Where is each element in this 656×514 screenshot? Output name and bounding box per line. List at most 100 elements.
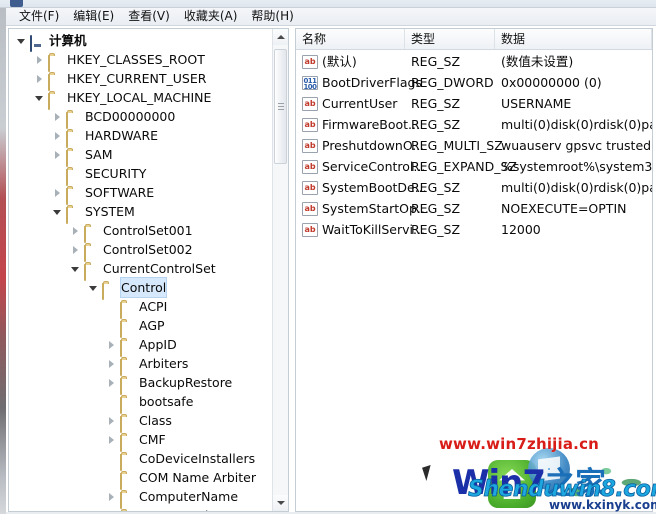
expand-triangle-icon[interactable] bbox=[107, 487, 117, 506]
scroll-down-button[interactable] bbox=[273, 495, 288, 511]
expand-triangle-icon[interactable] bbox=[71, 240, 81, 259]
tree-item[interactable]: CurrentControlSet bbox=[9, 259, 269, 281]
tree-item[interactable]: HKEY_CLASSES_ROOT bbox=[9, 50, 269, 72]
value-name: BootDriverFlags bbox=[322, 75, 423, 90]
value-row[interactable]: ab SystemStartOp... REG_SZ NOEXECUTE=OPTIN bbox=[296, 198, 652, 219]
tree-item[interactable]: BCD00000000 bbox=[9, 107, 269, 129]
expand-triangle-icon[interactable] bbox=[107, 373, 117, 392]
expand-triangle-icon[interactable] bbox=[107, 335, 117, 354]
registry-tree[interactable]: 计算机 HKEY_CLASSES_ROOT HKEY_CURRENT_USER HKE… bbox=[9, 31, 269, 511]
menu-edit[interactable]: 编辑(E) bbox=[66, 8, 121, 25]
expand-triangle-icon[interactable] bbox=[107, 430, 117, 449]
tree-item[interactable]: BackupRestore bbox=[9, 373, 269, 395]
value-row[interactable]: ab SystemBootDe... REG_SZ multi(0)disk(0)rd… bbox=[296, 177, 652, 198]
value-name: PreshutdownO... bbox=[322, 138, 425, 153]
tree-item[interactable]: SYSTEM bbox=[9, 202, 269, 224]
value-type: REG_SZ bbox=[411, 117, 461, 132]
tree-item[interactable]: Arbiters bbox=[9, 354, 269, 376]
column-type[interactable]: 类型 bbox=[405, 29, 495, 49]
tree-item-label: Arbiters bbox=[139, 356, 189, 371]
expand-triangle-icon[interactable] bbox=[71, 221, 81, 240]
collapse-triangle-icon[interactable] bbox=[71, 259, 81, 278]
menu-file[interactable]: 文件(F) bbox=[12, 8, 66, 25]
menu-help[interactable]: 帮助(H) bbox=[244, 8, 300, 25]
collapse-triangle-icon[interactable] bbox=[89, 278, 99, 297]
tree-vertical-scrollbar[interactable] bbox=[272, 29, 288, 511]
folder-icon bbox=[120, 301, 135, 319]
tree-item-label: Control bbox=[119, 277, 168, 298]
value-row[interactable]: ab WaitToKillServi... REG_SZ 12000 bbox=[296, 219, 652, 240]
tree-item[interactable]: CMF bbox=[9, 430, 269, 452]
folder-icon bbox=[120, 320, 135, 338]
values-column-header[interactable]: 名称 类型 数据 bbox=[296, 29, 652, 50]
collapse-triangle-icon[interactable] bbox=[17, 31, 27, 50]
folder-icon bbox=[120, 396, 135, 414]
tree-item[interactable]: AGP bbox=[9, 316, 269, 338]
triangle-glyph bbox=[71, 267, 79, 272]
folder-icon bbox=[84, 263, 99, 281]
expand-triangle-icon[interactable] bbox=[35, 50, 45, 69]
triangle-glyph bbox=[109, 360, 114, 368]
tree-item[interactable]: ControlSet002 bbox=[9, 240, 269, 262]
expand-triangle-icon[interactable] bbox=[53, 126, 63, 145]
tree-item-label: BCD00000000 bbox=[85, 109, 176, 124]
expand-triangle-icon[interactable] bbox=[35, 69, 45, 88]
tree-item[interactable]: SAM bbox=[9, 145, 269, 167]
tree-item[interactable]: SOFTWARE bbox=[9, 183, 269, 205]
folder-icon bbox=[48, 54, 63, 72]
column-name[interactable]: 名称 bbox=[296, 29, 405, 49]
window-icon bbox=[10, 0, 23, 7]
value-row[interactable]: 011 100 BootDriverFlags REG_DWORD 0x00000000… bbox=[296, 72, 652, 93]
tree-item[interactable]: SECURITY bbox=[9, 164, 269, 186]
tree-item-label: CoDeviceInstallers bbox=[139, 451, 256, 466]
column-data[interactable]: 数据 bbox=[495, 29, 652, 49]
value-data: %systemroot%\system32\ bbox=[501, 159, 653, 174]
tree-item[interactable]: ComputerName bbox=[9, 487, 269, 509]
tree-item[interactable]: Class bbox=[9, 411, 269, 433]
string-value-icon: ab bbox=[302, 223, 318, 237]
tree-item[interactable]: Control bbox=[9, 277, 269, 300]
value-row[interactable]: ab CurrentUser REG_SZ USERNAME bbox=[296, 93, 652, 114]
tree-item[interactable]: AppID bbox=[9, 335, 269, 357]
value-row[interactable]: ab FirmwareBoot... REG_SZ multi(0)disk(0)rd… bbox=[296, 114, 652, 135]
tree-item[interactable]: CoDeviceInstallers bbox=[9, 449, 269, 471]
triangle-glyph bbox=[55, 132, 60, 140]
triangle-glyph bbox=[109, 436, 114, 444]
value-row[interactable]: ab (默认) REG_SZ (数值未设置) bbox=[296, 51, 652, 72]
expand-triangle-icon[interactable] bbox=[107, 354, 117, 373]
triangle-glyph bbox=[109, 493, 114, 501]
scrollbar-thumb[interactable] bbox=[274, 49, 287, 164]
value-row[interactable]: ab ServiceControl... REG_EXPAND_SZ %systemr… bbox=[296, 156, 652, 177]
collapse-triangle-icon[interactable] bbox=[35, 88, 45, 107]
value-data: multi(0)disk(0)rdisk(0)parti bbox=[501, 180, 652, 195]
menu-favorites[interactable]: 收藏夹(A) bbox=[177, 8, 245, 25]
tree-item[interactable]: HARDWARE bbox=[9, 126, 269, 148]
tree-item[interactable]: HKEY_CURRENT_USER bbox=[9, 69, 269, 91]
triangle-glyph bbox=[37, 75, 42, 83]
tree-item[interactable]: bootsafe bbox=[9, 392, 269, 414]
values-list[interactable]: ab (默认) REG_SZ (数值未设置) 011 100 BootDriverFlags… bbox=[296, 51, 652, 240]
triangle-glyph bbox=[73, 227, 78, 235]
expand-triangle-icon[interactable] bbox=[53, 145, 63, 164]
folder-icon bbox=[66, 206, 81, 224]
triangle-glyph bbox=[55, 113, 60, 121]
registry-values-pane: 名称 类型 数据 ab (默认) REG_SZ (数值未设置) 011 100 BootDriv… bbox=[295, 28, 653, 512]
menu-view[interactable]: 查看(V) bbox=[121, 8, 177, 25]
expand-triangle-icon[interactable] bbox=[53, 107, 63, 126]
tree-item-label: Class bbox=[139, 413, 172, 428]
value-row[interactable]: ab PreshutdownO... REG_MULTI_SZ wuauserv gp… bbox=[296, 135, 652, 156]
tree-item-label: HKEY_CLASSES_ROOT bbox=[67, 52, 205, 67]
expand-triangle-icon[interactable] bbox=[107, 411, 117, 430]
tree-item[interactable]: ControlSet001 bbox=[9, 221, 269, 243]
tree-item[interactable]: 计算机 bbox=[9, 31, 269, 52]
triangle-glyph bbox=[109, 379, 114, 387]
value-type: REG_SZ bbox=[411, 54, 461, 69]
tree-item[interactable]: HKEY_LOCAL_MACHINE bbox=[9, 88, 269, 110]
expand-triangle-icon[interactable] bbox=[53, 183, 63, 202]
tree-item-label: CMF bbox=[139, 432, 166, 447]
tree-item[interactable]: COM Name Arbiter bbox=[9, 468, 269, 490]
collapse-triangle-icon[interactable] bbox=[53, 202, 63, 221]
scroll-up-button[interactable] bbox=[273, 29, 288, 45]
value-name: WaitToKillServi... bbox=[322, 222, 425, 237]
tree-item[interactable]: ACPI bbox=[9, 297, 269, 319]
